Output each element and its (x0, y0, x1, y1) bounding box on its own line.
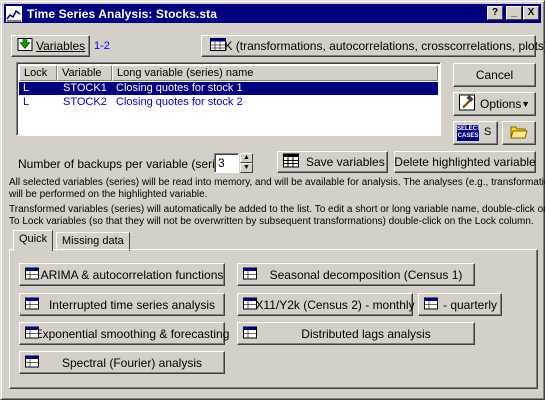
select-cases-icon: SELECT CASES (457, 125, 481, 141)
variables-button-label: Variables (36, 39, 86, 53)
lock-cell[interactable]: L (19, 96, 57, 109)
info-line-4: To Lock variables (so that they will not… (9, 216, 534, 227)
x11-quarterly-button[interactable]: - quarterly (418, 293, 502, 316)
interrupted-time-series-button[interactable]: Interrupted time series analysis (19, 293, 225, 316)
options-hammer-icon (459, 94, 475, 114)
backups-label: Number of backups per variable (series): (18, 157, 235, 171)
info-line-1: All selected variables (series) will be … (9, 177, 545, 188)
seasonal-label: Seasonal decomposition (Census 1) (269, 267, 463, 282)
grid-icon (25, 326, 39, 341)
variable-row-stock1[interactable]: L STOCK1 Closing quotes for stock 1 (19, 82, 438, 95)
arima-button[interactable]: ARIMA & autocorrelation functions (19, 263, 225, 286)
delete-highlighted-label: Delete highlighted variable (394, 155, 536, 169)
exponential-label: Exponential smoothing & forecasting (34, 326, 230, 341)
ok-button-label: OK (transformations, autocorrelations, c… (215, 39, 545, 53)
column-header-long-name[interactable]: Long variable (series) name (112, 65, 438, 81)
variables-range: 1-2 (94, 40, 110, 52)
distributed-label: Distributed lags analysis (301, 326, 431, 341)
title-bar[interactable]: Time Series Analysis: Stocks.sta ? _ X (4, 4, 541, 23)
spreadsheet-icon (210, 38, 226, 54)
grid-icon (243, 267, 257, 282)
column-header-variable[interactable]: Variable (57, 65, 112, 81)
variables-button[interactable]: Variables (11, 35, 90, 57)
grid-icon (25, 267, 39, 282)
distributed-lags-button[interactable]: Distributed lags analysis (237, 322, 475, 345)
grid-icon (25, 297, 39, 312)
time-series-dialog: Time Series Analysis: Stocks.sta ? _ X V… (0, 0, 545, 400)
grid-icon (243, 326, 257, 341)
variable-list-header: Lock Variable Long variable (series) nam… (19, 65, 438, 81)
spin-up-icon[interactable]: ▲ (240, 153, 253, 163)
arima-label: ARIMA & autocorrelation functions (40, 267, 224, 282)
spectral-label: Spectral (Fourier) analysis (61, 355, 203, 370)
save-variables-label: Save variables (306, 155, 385, 169)
info-line-3: Transformed variables (series) will auto… (9, 204, 545, 215)
help-button[interactable]: ? (487, 6, 503, 20)
backups-input[interactable]: 3 (214, 153, 239, 173)
ok-button[interactable]: OK (transformations, autocorrelations, c… (201, 35, 545, 57)
delete-highlighted-button[interactable]: Delete highlighted variable (394, 151, 536, 173)
variable-cell[interactable]: STOCK1 (57, 82, 112, 95)
info-line-2: will be performed on the highlighted var… (9, 189, 208, 200)
variable-row-stock2[interactable]: L STOCK2 Closing quotes for stock 2 (19, 96, 438, 109)
grid-icon (25, 355, 39, 370)
column-header-lock[interactable]: Lock (19, 65, 57, 81)
select-cases-button[interactable]: SELECT CASES S (453, 121, 498, 145)
select-cases-symbol: S (484, 126, 492, 138)
seasonal-decomposition-button[interactable]: Seasonal decomposition (Census 1) (237, 263, 475, 286)
cancel-button[interactable]: Cancel (453, 63, 536, 87)
interrupted-label: Interrupted time series analysis (48, 297, 216, 312)
green-arrow-icon (17, 38, 33, 55)
chevron-down-icon: ▼ (521, 99, 530, 109)
select-cases-line1: SELECT (457, 126, 481, 132)
select-cases-line2: CASES (457, 133, 479, 139)
variable-list[interactable]: Lock Variable Long variable (series) nam… (16, 62, 441, 136)
save-grid-icon (283, 153, 299, 171)
options-button-label: Options (480, 97, 522, 111)
grid-icon (424, 297, 438, 312)
chart-app-icon (6, 5, 22, 22)
options-button[interactable]: Options ▼ (453, 92, 536, 116)
tab-quick[interactable]: Quick (13, 230, 54, 252)
cancel-button-label: Cancel (475, 68, 514, 82)
save-variables-button[interactable]: Save variables (277, 151, 388, 173)
variable-cell[interactable]: STOCK2 (57, 96, 112, 109)
close-button[interactable]: X (523, 6, 539, 20)
quarterly-label: - quarterly (442, 297, 498, 312)
minimize-button[interactable]: _ (506, 6, 522, 20)
lock-cell[interactable]: L (19, 82, 57, 95)
long-name-cell[interactable]: Closing quotes for stock 1 (112, 82, 438, 95)
folder-icon (510, 124, 528, 142)
grid-icon (243, 297, 257, 312)
long-name-cell[interactable]: Closing quotes for stock 2 (112, 96, 438, 109)
spectral-analysis-button[interactable]: Spectral (Fourier) analysis (19, 351, 225, 374)
x11-monthly-label: X11/Y2k (Census 2) - monthly (255, 297, 415, 312)
exponential-smoothing-button[interactable]: Exponential smoothing & forecasting (19, 322, 229, 345)
window-title: Time Series Analysis: Stocks.sta (27, 6, 217, 21)
x11-monthly-button[interactable]: X11/Y2k (Census 2) - monthly (237, 293, 415, 316)
open-folder-button[interactable] (502, 121, 536, 145)
spin-down-icon[interactable]: ▼ (240, 163, 253, 173)
